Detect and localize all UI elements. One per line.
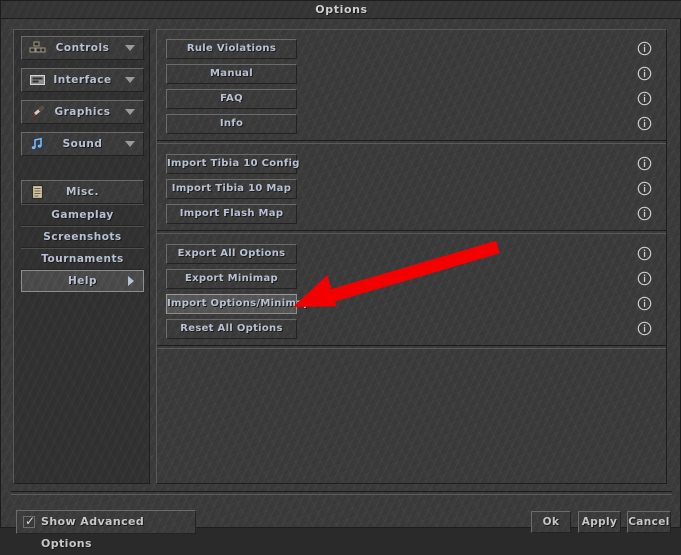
show-advanced-options-checkbox[interactable]: ✓ Show Advanced Options	[16, 510, 196, 550]
apply-button[interactable]: Apply	[578, 511, 621, 533]
import-tibia10-config-button[interactable]: Import Tibia 10 Config	[166, 154, 300, 174]
sidebar-item-interface[interactable]: Interface	[21, 68, 144, 92]
dialog-body: Controls Interface Graphics Sound Misc. …	[2, 19, 681, 550]
button-label: Rule Violations	[186, 43, 277, 54]
info-icon[interactable]	[637, 41, 652, 56]
scroll-icon	[29, 184, 46, 200]
checkbox-box: ✓	[23, 514, 36, 528]
footer-separator	[11, 491, 672, 495]
window-icon	[29, 72, 46, 88]
button-label: Export All Options	[177, 248, 286, 259]
import-flash-map-button[interactable]: Import Flash Map	[166, 204, 297, 224]
import-options-minimap-button[interactable]: Import Options/Minimap	[166, 294, 311, 314]
faq-button[interactable]: FAQ	[166, 89, 297, 109]
paintbrush-icon	[29, 104, 46, 120]
window-title: Options	[315, 3, 368, 16]
info-icon[interactable]	[637, 181, 652, 196]
info-icon[interactable]	[637, 206, 652, 221]
sidebar-subitem-label: Help	[67, 275, 98, 287]
checkmark-icon: ✓	[25, 514, 36, 528]
option-row: Export Minimap	[157, 267, 666, 292]
option-row: Manual	[157, 62, 666, 87]
sidebar-subitem-help[interactable]: Help	[21, 270, 144, 292]
option-row: Reset All Options	[157, 317, 666, 342]
main-panel: Rule Violations Manual FAQ Info Import T…	[156, 29, 667, 484]
option-row: Import Tibia 10 Map	[157, 177, 666, 202]
ok-button[interactable]: Ok	[531, 511, 571, 533]
manual-button[interactable]: Manual	[166, 64, 297, 84]
option-row: Import Tibia 10 Config	[157, 152, 666, 177]
music-note-icon	[29, 136, 46, 152]
button-label: Import Tibia 10 Config	[167, 158, 300, 169]
option-row: FAQ	[157, 87, 666, 112]
group-separator	[157, 345, 666, 349]
sidebar-item-controls[interactable]: Controls	[21, 36, 144, 60]
button-label: Cancel	[628, 516, 670, 528]
button-label: Manual	[210, 68, 253, 79]
button-label: Export Minimap	[185, 273, 278, 284]
chevron-down-icon	[125, 109, 135, 115]
option-row: Rule Violations	[157, 37, 666, 62]
button-label: Import Tibia 10 Map	[171, 183, 292, 194]
chevron-right-icon	[128, 276, 134, 286]
button-label: Apply	[581, 516, 618, 528]
button-label: Import Flash Map	[179, 208, 284, 219]
chevron-down-icon	[125, 45, 135, 51]
sidebar-subitem-gameplay[interactable]: Gameplay	[21, 204, 144, 226]
option-row: Export All Options	[157, 242, 666, 267]
info-button[interactable]: Info	[166, 114, 297, 134]
sidebar-subitem-label: Gameplay	[51, 209, 114, 221]
sidebar-item-misc[interactable]: Misc.	[21, 180, 144, 204]
import-tibia10-map-button[interactable]: Import Tibia 10 Map	[166, 179, 297, 199]
keyboard-icon	[29, 40, 46, 56]
info-icon[interactable]	[637, 116, 652, 131]
export-minimap-button[interactable]: Export Minimap	[166, 269, 297, 289]
button-label: FAQ	[220, 93, 243, 104]
button-label: Import Options/Minimap	[167, 298, 311, 309]
info-icon[interactable]	[637, 91, 652, 106]
info-icon[interactable]	[637, 271, 652, 286]
info-icon[interactable]	[637, 296, 652, 311]
sidebar-subitem-tournaments[interactable]: Tournaments	[21, 248, 144, 270]
info-icon[interactable]	[637, 156, 652, 171]
sidebar-subitem-screenshots[interactable]: Screenshots	[21, 226, 144, 248]
info-icon[interactable]	[637, 321, 652, 336]
options-window: Options Controls Interface Graphics Soun…	[0, 0, 681, 550]
chevron-down-icon	[125, 77, 135, 83]
sidebar-item-graphics[interactable]: Graphics	[21, 100, 144, 124]
rule-violations-button[interactable]: Rule Violations	[166, 39, 297, 59]
option-row: Info	[157, 112, 666, 137]
option-row: Import Options/Minimap	[157, 292, 666, 317]
button-label: Info	[219, 118, 244, 129]
group-separator	[157, 140, 666, 144]
sidebar-subitem-label: Tournaments	[41, 253, 124, 265]
option-row: Import Flash Map	[157, 202, 666, 227]
info-icon[interactable]	[637, 66, 652, 81]
button-label: Reset All Options	[180, 323, 283, 334]
export-all-options-button[interactable]: Export All Options	[166, 244, 297, 264]
checkbox-label: Show Advanced Options	[41, 515, 145, 550]
cancel-button[interactable]: Cancel	[627, 511, 671, 533]
group-separator	[157, 230, 666, 234]
button-label: Ok	[542, 516, 560, 528]
reset-all-options-button[interactable]: Reset All Options	[166, 319, 297, 339]
sidebar-subitem-label: Screenshots	[43, 231, 122, 243]
sidebar: Controls Interface Graphics Sound Misc. …	[13, 29, 150, 484]
chevron-down-icon	[125, 141, 135, 147]
window-titlebar: Options	[1, 1, 681, 19]
sidebar-item-sound[interactable]: Sound	[21, 132, 144, 156]
info-icon[interactable]	[637, 246, 652, 261]
